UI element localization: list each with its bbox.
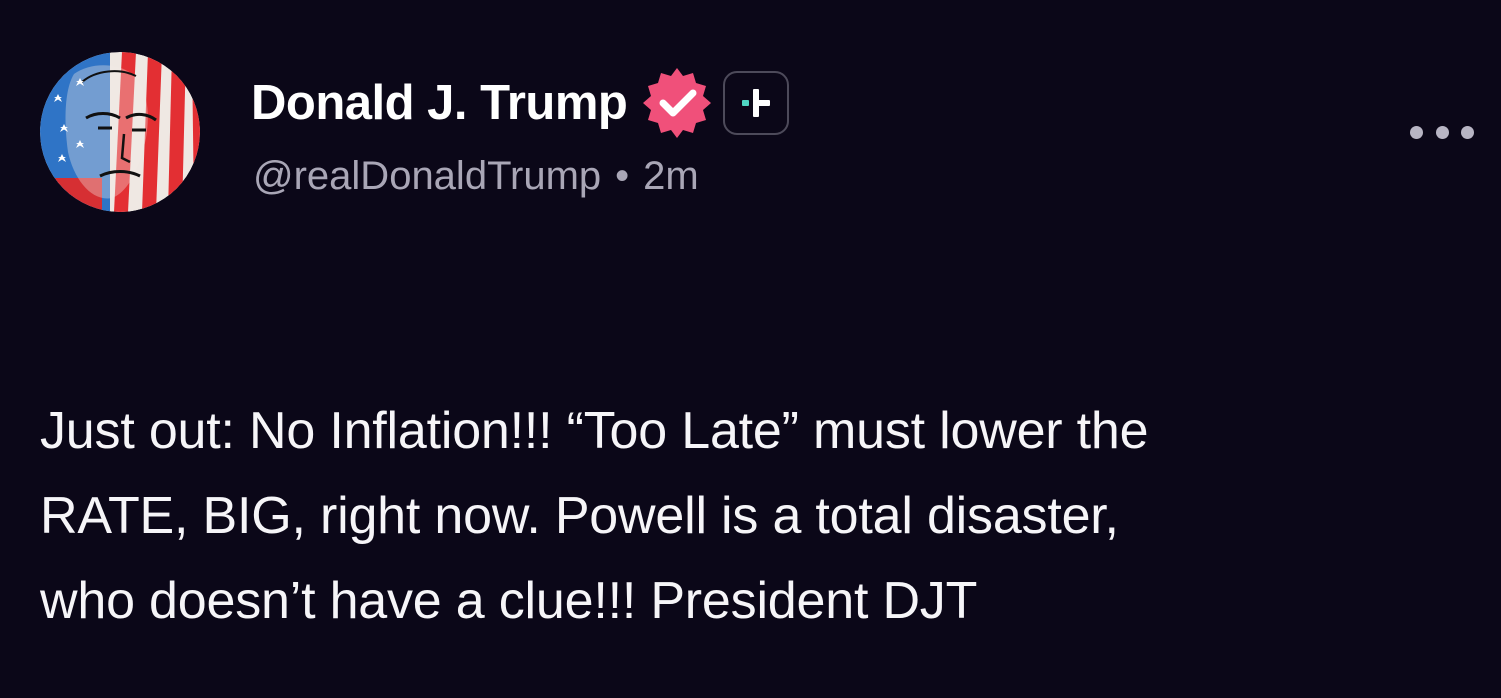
dot-icon: [1410, 125, 1423, 139]
post-text: Just out: No Inflation!!! “Too Late” mus…: [40, 389, 1460, 644]
verified-icon: [639, 65, 715, 141]
post-text-line: RATE, BIG, right now. Powell is a total …: [40, 487, 1119, 545]
dot-icon: [1461, 125, 1474, 139]
post-timestamp[interactable]: 2m: [643, 154, 699, 198]
author-display-name[interactable]: Donald J. Trump: [251, 75, 628, 131]
author-meta: @realDonaldTrump • 2m: [253, 154, 699, 199]
post-text-line: Just out: No Inflation!!! “Too Late” mus…: [40, 402, 1149, 460]
post-text-line: who doesn’t have a clue!!! President DJT: [40, 572, 978, 630]
more-options-icon[interactable]: [1410, 118, 1474, 146]
plus-icon: [723, 71, 790, 135]
author-handle[interactable]: @realDonaldTrump: [253, 154, 601, 198]
avatar[interactable]: [40, 52, 200, 212]
avatar-image: [40, 52, 200, 212]
post-card: Donald J. Trump @realDonaldTrump • 2m Just…: [0, 0, 1501, 698]
author-row: Donald J. Trump: [251, 65, 790, 141]
meta-separator: •: [615, 154, 630, 198]
dot-icon: [1435, 125, 1449, 139]
